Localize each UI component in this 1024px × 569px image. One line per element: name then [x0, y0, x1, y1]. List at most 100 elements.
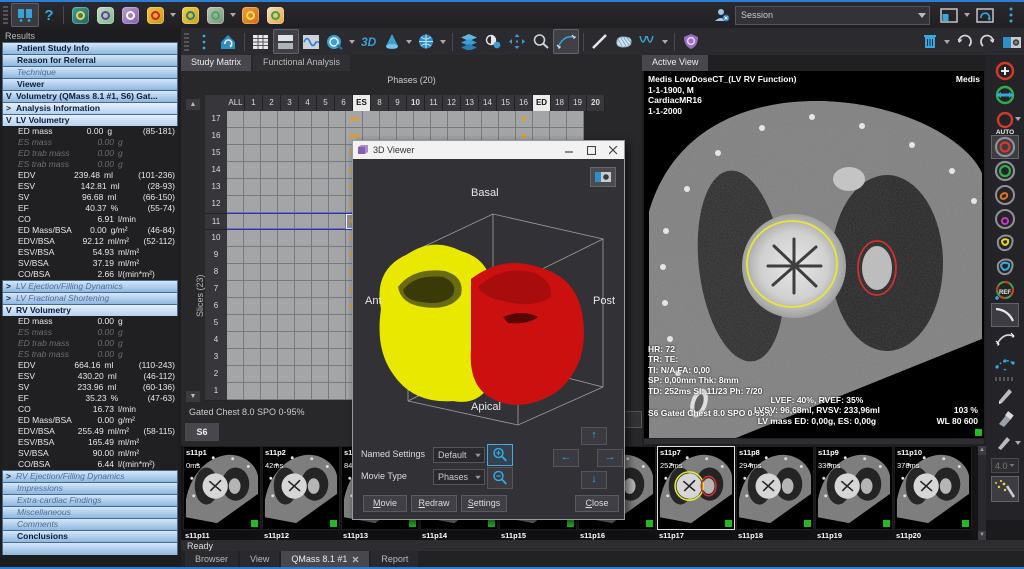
matrix-cell[interactable] [244, 366, 261, 383]
matrix-cell[interactable] [261, 179, 278, 196]
thumbnail-s11p10[interactable]: s11p10378ms [894, 446, 972, 530]
matrix-cell[interactable] [278, 214, 295, 229]
matrix-cell[interactable] [329, 281, 346, 298]
matrix-cell[interactable] [227, 145, 244, 162]
matrix-cell[interactable] [227, 332, 244, 349]
matrix-cell[interactable] [414, 111, 431, 128]
thumbnail-scrollbar[interactable]: ▲ ▼ [978, 446, 986, 540]
matrix-cell[interactable] [227, 111, 244, 128]
sidebar-section-analysis-information[interactable]: >Analysis Information [2, 102, 178, 114]
signal-wave-icon[interactable] [299, 30, 323, 53]
close-icon[interactable] [602, 141, 624, 159]
overflow-menu-icon[interactable] [998, 4, 1024, 26]
matrix-cell[interactable] [261, 162, 278, 179]
matrix-cell[interactable] [329, 145, 346, 162]
matrix-cell[interactable] [329, 315, 346, 332]
matrix-cell[interactable] [278, 332, 295, 349]
cone-beam-icon[interactable] [380, 30, 404, 53]
matrix-cell[interactable] [278, 298, 295, 315]
matrix-cell[interactable] [244, 281, 261, 298]
scroll-up-icon[interactable]: ▲ [186, 99, 200, 110]
layout-button[interactable] [11, 3, 39, 27]
phase-column-18[interactable]: 18 [551, 95, 569, 111]
auto-detect-icon[interactable]: AUTO [991, 107, 1019, 135]
matrix-cell[interactable] [244, 315, 261, 332]
app-icon-suite[interactable] [72, 7, 89, 24]
close-icon[interactable] [352, 556, 359, 563]
matrix-cell[interactable] [295, 247, 312, 264]
matrix-cell[interactable] [312, 196, 329, 213]
phase-column-14[interactable]: 14 [479, 95, 497, 111]
tab-functional-analysis[interactable]: Functional Analysis [253, 55, 350, 71]
matrix-cell[interactable] [244, 162, 261, 179]
sidebar-section-technique[interactable]: Technique [2, 66, 178, 78]
matrix-cell[interactable] [295, 162, 312, 179]
matrix-cell[interactable] [261, 298, 278, 315]
snapshot-icon[interactable] [1000, 30, 1024, 53]
app-icon-patient[interactable] [97, 7, 114, 24]
matrix-cell[interactable] [312, 315, 329, 332]
phase-column-10[interactable]: 10 [407, 95, 425, 111]
matrix-cell[interactable] [278, 230, 295, 247]
sidebar-section-rv-volumetry[interactable]: VRV Volumetry [2, 304, 178, 316]
matrix-cell[interactable] [329, 196, 346, 213]
app-icon-flow[interactable] [147, 7, 164, 24]
matrix-cell[interactable] [295, 145, 312, 162]
auto-lv-rv-icon[interactable] [991, 83, 1019, 107]
lv-endo-contour-icon[interactable] [991, 135, 1019, 159]
thumbnail-s11p2[interactable]: s11p242ms [262, 446, 340, 530]
roi-yellow-icon[interactable] [991, 231, 1019, 255]
study-matrix-icon[interactable] [249, 30, 273, 53]
matrix-cell[interactable] [312, 128, 329, 145]
tab-report[interactable]: Report [371, 551, 418, 567]
scroll-down-icon[interactable]: ▼ [978, 531, 986, 540]
matrix-cell[interactable] [329, 230, 346, 247]
lv-epi-contour-icon[interactable] [991, 159, 1019, 183]
matrix-cell[interactable] [516, 111, 533, 128]
matrix-cell[interactable] [261, 349, 278, 366]
matrix-cell[interactable] [567, 111, 584, 128]
dialog-3d-viewer[interactable]: 3D Viewer Basal An [352, 140, 625, 520]
matrix-cell[interactable] [227, 264, 244, 281]
matrix-cell[interactable] [295, 264, 312, 281]
matrix-cell[interactable] [261, 366, 278, 383]
sidebar-section-impressions[interactable]: Impressions [2, 482, 178, 494]
matrix-cell[interactable] [329, 264, 346, 281]
layers-icon[interactable] [457, 30, 481, 53]
matrix-cell[interactable] [499, 111, 516, 128]
three-d-view-icon[interactable]: 3D [357, 35, 380, 49]
curve-tool-dropdown[interactable] [662, 40, 668, 44]
eraser-icon[interactable] [991, 407, 1019, 431]
matrix-cell[interactable] [244, 145, 261, 162]
toolbar-menu-icon[interactable] [192, 30, 216, 53]
edit-points-icon[interactable] [991, 327, 1019, 351]
sidebar-section-miscellaneous[interactable]: Miscellaneous [2, 506, 178, 518]
matrix-cell[interactable] [261, 111, 278, 128]
matrix-cell[interactable] [295, 111, 312, 128]
matrix-cell[interactable] [295, 281, 312, 298]
matrix-cell[interactable] [278, 383, 295, 400]
named-settings-select[interactable]: Default [433, 447, 485, 463]
matrix-cell[interactable] [227, 298, 244, 315]
matrix-cell[interactable] [278, 349, 295, 366]
matrix-cell[interactable] [329, 298, 346, 315]
phase-column-13[interactable]: 13 [461, 95, 479, 111]
matrix-cell[interactable] [295, 298, 312, 315]
pen-width-select[interactable]: 4.0 [991, 458, 1019, 473]
phase-column-5[interactable]: 5 [317, 95, 335, 111]
matrix-cell[interactable] [261, 247, 278, 264]
draw-contour-icon[interactable] [991, 303, 1019, 327]
matrix-cell[interactable] [312, 247, 329, 264]
tab-browser[interactable]: Browser [185, 551, 238, 567]
dialog-3d-scene[interactable]: Basal Ant Post Apical Named Settings Def… [353, 159, 624, 519]
matrix-cell[interactable] [261, 196, 278, 213]
matrix-cell[interactable] [261, 214, 278, 229]
phase-column-19[interactable]: 19 [569, 95, 587, 111]
matrix-cell[interactable] [244, 128, 261, 145]
rotate-down-icon[interactable]: ↓ [581, 471, 607, 489]
matrix-cell[interactable] [312, 111, 329, 128]
matrix-cell[interactable] [261, 315, 278, 332]
app-icon-qmap[interactable] [207, 7, 224, 24]
app-qmap-dropdown[interactable] [230, 13, 236, 17]
matrix-cell[interactable] [312, 366, 329, 383]
